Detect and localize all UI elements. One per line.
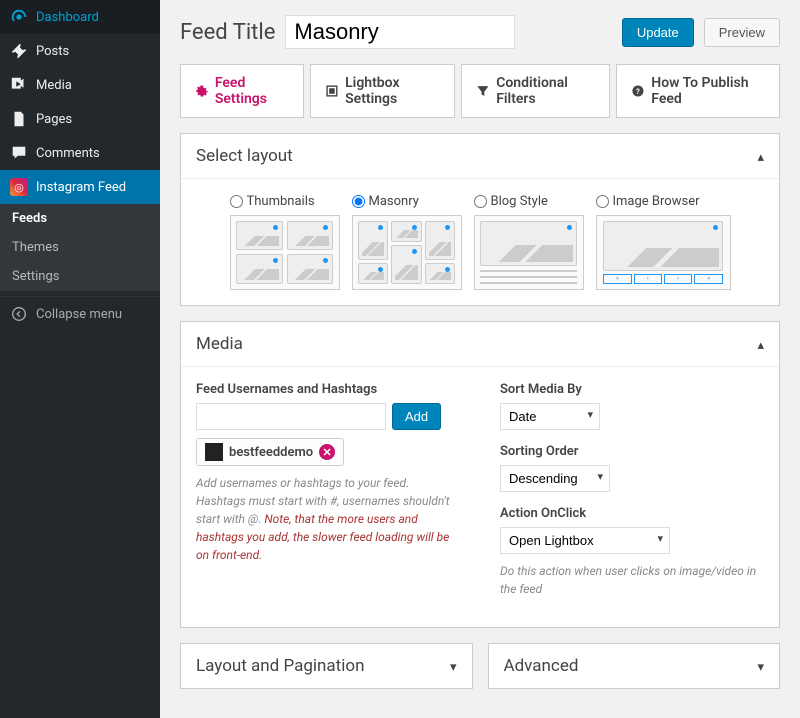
tab-label: How To Publish Feed [651,75,765,107]
collapse-menu[interactable]: Collapse menu [0,296,160,331]
feed-title-label: Feed Title [180,20,275,45]
nav-comments[interactable]: Comments [0,136,160,170]
update-button[interactable]: Update [622,18,694,47]
nav-label: Comments [36,146,100,161]
filter-icon [476,83,490,99]
select-layout-panel: Select layout Thumbnails Masonry Blog St… [180,133,780,306]
feed-title-input[interactable] [285,15,515,49]
gear-icon [195,83,209,99]
action-help: Do this action when user clicks on image… [500,562,764,598]
radio-blogstyle[interactable] [474,195,487,208]
preview-button[interactable]: Preview [704,18,780,47]
order-select[interactable]: Descending [500,465,610,492]
tab-conditional-filters[interactable]: Conditional Filters [461,64,610,118]
main-content: Feed Title Update Preview Feed Settings … [160,0,800,718]
settings-tabs: Feed Settings Lightbox Settings Conditio… [180,64,780,118]
panel-title: Select layout [196,146,293,166]
radio-masonry[interactable] [352,195,365,208]
lightbox-icon [325,83,339,99]
advanced-panel: Advanced [488,643,781,689]
panel-title: Advanced [504,656,579,676]
nav-posts[interactable]: Posts [0,34,160,68]
imagebrowser-preview-icon: «‹›» [596,215,731,290]
action-select[interactable]: Open Lightbox [500,527,670,554]
nav-submenu: Feeds Themes Settings [0,204,160,291]
layout-option-imagebrowser[interactable]: Image Browser «‹›» [596,194,731,290]
usernames-help: Add usernames or hashtags to your feed. … [196,474,460,564]
usernames-input[interactable] [196,403,386,430]
avatar-icon [205,443,223,461]
panel-toggle-media[interactable]: Media [181,322,779,366]
nav-sub-themes[interactable]: Themes [0,233,160,262]
collapse-icon [10,305,28,323]
media-panel: Media Feed Usernames and Hashtags Add be… [180,321,780,628]
layout-option-masonry[interactable]: Masonry [352,194,462,290]
layout-pagination-panel: Layout and Pagination [180,643,473,689]
nav-sub-feeds[interactable]: Feeds [0,204,160,233]
nav-label: Posts [36,44,69,59]
action-label: Action OnClick [500,506,764,521]
chevron-down-icon [757,656,764,676]
masonry-preview-icon [352,215,462,290]
option-label: Image Browser [613,194,700,209]
panel-toggle-layout-pagination[interactable]: Layout and Pagination [181,644,472,688]
panel-toggle-layout[interactable]: Select layout [181,134,779,178]
blogstyle-preview-icon [474,215,584,290]
media-icon [10,76,28,94]
panel-toggle-advanced[interactable]: Advanced [489,644,780,688]
sort-select[interactable]: Date [500,403,600,430]
usernames-label: Feed Usernames and Hashtags [196,382,460,397]
tab-lightbox-settings[interactable]: Lightbox Settings [310,64,455,118]
add-button[interactable]: Add [392,403,441,430]
tab-label: Feed Settings [215,75,289,107]
nav-instagram-feed[interactable]: ◎ Instagram Feed [0,170,160,204]
nav-label: Instagram Feed [36,180,126,195]
tab-how-to-publish[interactable]: ? How To Publish Feed [616,64,780,118]
admin-sidebar: Dashboard Posts Media Pages Comments ◎ In… [0,0,160,718]
tab-label: Conditional Filters [496,75,595,107]
pages-icon [10,110,28,128]
remove-badge-button[interactable]: ✕ [319,444,335,460]
tab-feed-settings[interactable]: Feed Settings [180,64,304,118]
nav-dashboard[interactable]: Dashboard [0,0,160,34]
collapse-label: Collapse menu [36,307,122,322]
username-badge: bestfeeddemo ✕ [196,438,344,466]
order-label: Sorting Order [500,444,764,459]
page-header: Feed Title Update Preview [180,15,780,49]
nav-sub-settings[interactable]: Settings [0,262,160,291]
nav-pages[interactable]: Pages [0,102,160,136]
radio-imagebrowser[interactable] [596,195,609,208]
option-label: Masonry [369,194,419,209]
nav-media[interactable]: Media [0,68,160,102]
dashboard-icon [10,8,28,26]
svg-text:?: ? [636,87,640,96]
sort-label: Sort Media By [500,382,764,397]
help-icon: ? [631,83,645,99]
tab-label: Lightbox Settings [345,75,440,107]
pin-icon [10,42,28,60]
option-label: Blog Style [491,194,548,209]
chevron-up-icon [757,146,764,166]
chevron-down-icon [450,656,457,676]
nav-label: Dashboard [36,10,99,25]
badge-label: bestfeeddemo [229,445,313,460]
chevron-up-icon [757,334,764,354]
nav-label: Pages [36,112,72,127]
radio-thumbnails[interactable] [230,195,243,208]
comments-icon [10,144,28,162]
layout-option-blogstyle[interactable]: Blog Style [474,194,584,290]
option-label: Thumbnails [247,194,315,209]
thumbnail-preview-icon [230,215,340,290]
instagram-icon: ◎ [10,178,28,196]
layout-option-thumbnails[interactable]: Thumbnails [230,194,340,290]
panel-title: Media [196,334,243,354]
panel-title: Layout and Pagination [196,656,364,676]
nav-label: Media [36,78,72,93]
